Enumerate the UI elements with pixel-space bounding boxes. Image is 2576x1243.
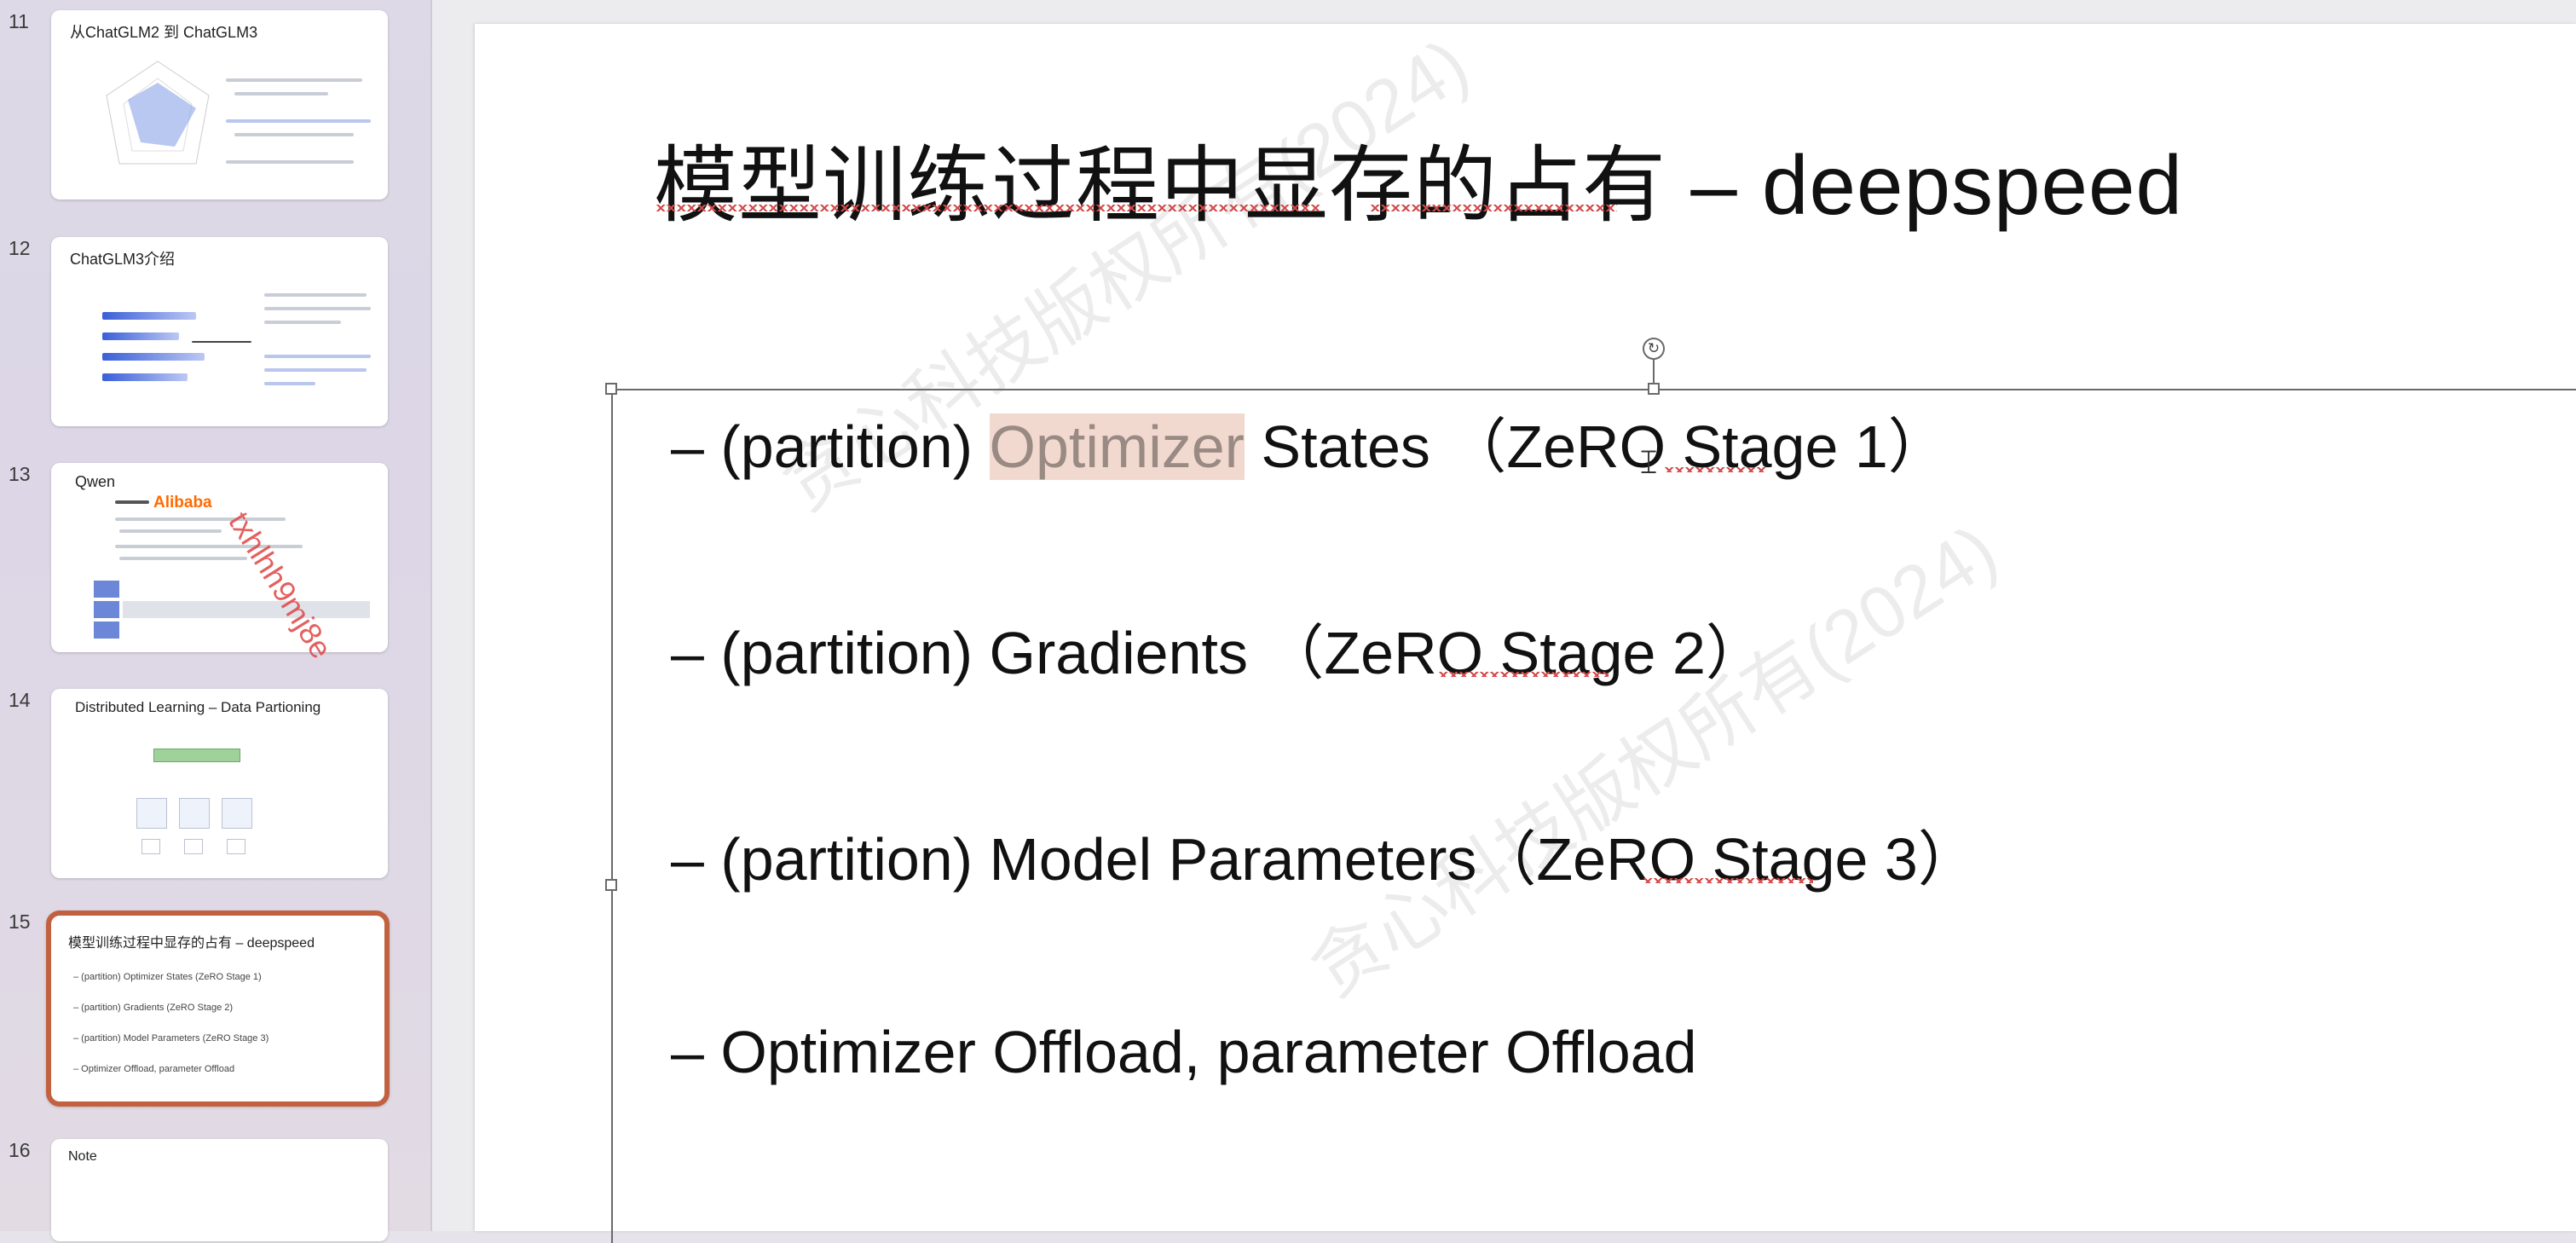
table-cell: [94, 622, 119, 639]
thumbnail-text-line: [226, 119, 371, 123]
slide-thumbnail-15-selected[interactable]: 模型训练过程中显存的占有 – deepspeed – (partition) O…: [46, 911, 390, 1107]
data-shard-box: [227, 839, 245, 854]
alibaba-logo: Alibaba: [153, 494, 212, 512]
thumbnail-bullet: – (partition) Gradients (ZeRO Stage 2): [73, 1003, 234, 1013]
selected-text-highlight[interactable]: Optimizer: [989, 413, 1245, 480]
bar: [102, 373, 188, 381]
slide-editor-area[interactable]: 贪心科技版权所有(2024) 贪心科技版权所有(2024) txhlhh9mj8…: [222, 0, 2576, 1243]
slide-thumbnail-12[interactable]: ChatGLM3介绍: [51, 237, 388, 426]
rotate-handle[interactable]: ↻: [1643, 338, 1665, 360]
spellcheck-underline: [1438, 672, 1609, 677]
table-cell: [94, 601, 119, 618]
bullet-text-before: (partition): [720, 413, 990, 480]
table-cell: [123, 601, 370, 618]
bullet-text: (partition) Gradients （ZeRO Stage 2）: [720, 620, 1765, 686]
slide-title[interactable]: 模型训练过程中显存的占有 – deepspeed: [654, 118, 2183, 239]
thumbnail-bullet: – (partition) Optimizer States (ZeRO Sta…: [73, 972, 262, 982]
slide-thumbnail-11[interactable]: 从ChatGLM2 到 ChatGLM3: [51, 10, 388, 199]
thumbnail-title: 模型训练过程中显存的占有 – deepspeed: [68, 936, 315, 951]
thumbnail-title: 从ChatGLM2 到 ChatGLM3: [70, 24, 258, 41]
slide-thumbnail-16[interactable]: Note: [51, 1139, 388, 1241]
thumbnail-text-line: [264, 307, 371, 310]
thumbnail-title: Distributed Learning – Data Partioning: [75, 699, 321, 715]
thumbnail-text-line: [264, 355, 371, 358]
bullet-text: Optimizer Offload, parameter Offload: [720, 1019, 1697, 1085]
text-cursor-icon: 𝙸: [1637, 443, 1661, 481]
slide-number: 16: [9, 1139, 31, 1161]
slide-thumbnail-panel[interactable]: 11 从ChatGLM2 到 ChatGLM3 12 ChatGLM3介绍 13…: [0, 0, 432, 1241]
slide-number: 14: [9, 689, 31, 711]
thumbnail-text-line: [226, 160, 354, 164]
thumbnail-text-line: [115, 500, 149, 504]
worker-box: [136, 798, 167, 829]
slide-number: 15: [9, 911, 31, 933]
spellcheck-underline: [1643, 878, 1813, 883]
bar: [102, 312, 196, 320]
bullet-dash: –: [671, 620, 704, 686]
thumbnail-text-line: [264, 321, 341, 324]
worker-box: [222, 798, 252, 829]
thumbnail-text-line: [234, 133, 354, 136]
bullet-offload[interactable]: – Optimizer Offload, parameter Offload: [671, 1018, 1697, 1086]
thumbnail-text-line: [264, 382, 315, 385]
thumbnail-bullet: – (partition) Model Parameters (ZeRO Sta…: [73, 1033, 269, 1044]
bullet-model-parameters[interactable]: – (partition) Model Parameters（ZeRO Stag…: [671, 812, 1978, 898]
data-shard-box: [142, 839, 160, 854]
thumbnail-title: Qwen: [75, 473, 116, 490]
slide-canvas[interactable]: 贪心科技版权所有(2024) 贪心科技版权所有(2024) txhlhh9mj8…: [222, 23, 2576, 1243]
slide-number: 11: [9, 10, 29, 32]
resize-handle-top-left[interactable]: [605, 383, 617, 395]
bullet-gradients[interactable]: – (partition) Gradients （ZeRO Stage 2）: [671, 605, 1765, 691]
resize-handle-middle-left[interactable]: [605, 879, 617, 891]
bullet-text-after: States （ZeRO Stage 1）: [1244, 413, 1948, 480]
data-shard-box: [184, 839, 203, 854]
parameter-server-box: [153, 749, 240, 762]
radar-chart-thumbnail: [106, 61, 210, 165]
slide-thumbnail-14[interactable]: Distributed Learning – Data Partioning: [51, 689, 388, 878]
bar: [102, 332, 179, 340]
spellcheck-underline: [656, 205, 1320, 211]
resize-handle-top-center[interactable]: [1648, 383, 1660, 395]
thumbnail-bullet: – Optimizer Offload, parameter Offload: [73, 1064, 235, 1074]
thumbnail-text-line: [226, 78, 362, 82]
thumbnail-title: Note: [68, 1149, 97, 1164]
bullet-dash: –: [671, 413, 704, 480]
bullet-dash: –: [671, 1019, 704, 1085]
thumbnail-text-line: [264, 293, 367, 297]
slide-number: 13: [9, 463, 31, 485]
table-cell: [94, 581, 119, 598]
thumbnail-text-line: [264, 368, 367, 372]
spellcheck-underline: [1664, 467, 1766, 472]
slide-number: 12: [9, 237, 31, 259]
slide-thumbnail-13[interactable]: Qwen Alibaba: [51, 463, 388, 652]
spellcheck-underline: [1370, 205, 1617, 211]
arrow: [192, 341, 251, 343]
worker-box: [179, 798, 210, 829]
thumbnail-text-line: [119, 529, 222, 533]
thumbnail-text-line: [119, 557, 247, 560]
bar: [102, 353, 205, 361]
thumbnail-text-line: [234, 92, 328, 95]
thumbnail-title: ChatGLM3介绍: [70, 251, 176, 268]
bullet-dash: –: [671, 826, 704, 893]
